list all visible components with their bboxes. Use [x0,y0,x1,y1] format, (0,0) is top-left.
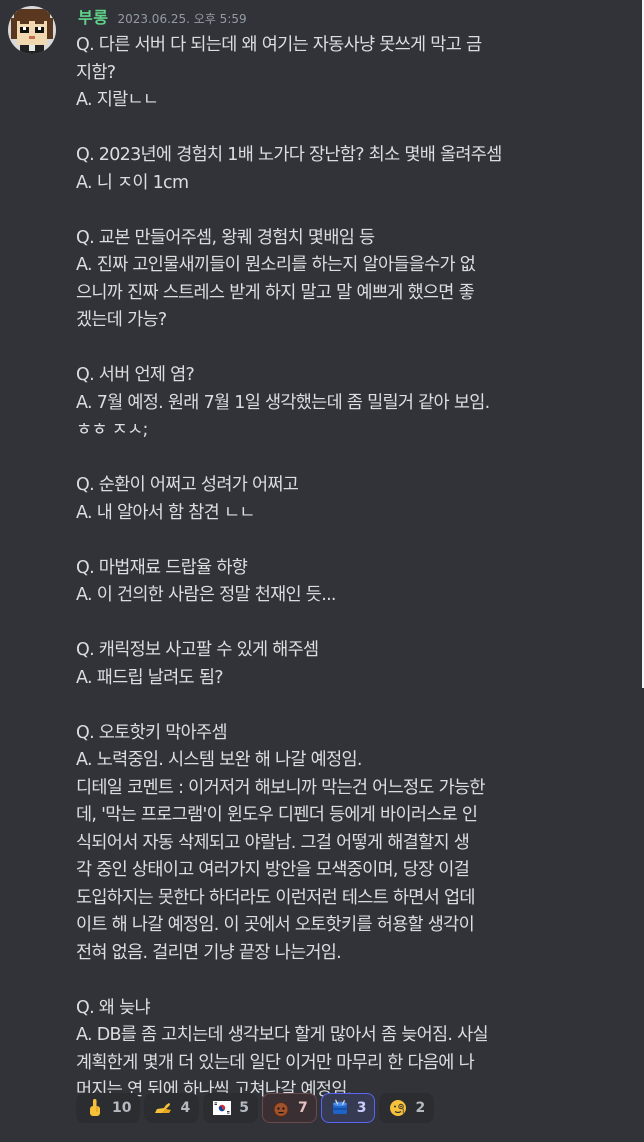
korea-flag-icon [212,1098,232,1118]
message-line [76,692,624,720]
message-line: 도입하지는 못한다 하더라도 이런저런 테스트 하면서 업데 [76,887,475,908]
message-line: 데, '막는 프로그램'이 윈도우 디펜더 등에게 바이러스로 인 [76,805,478,825]
message-line: 식되어서 자동 삭제되고 야랄남. 그걸 어떻게 해결할지 생 [76,832,470,853]
message-line: 겠는데 가능? [76,310,167,330]
avatar[interactable] [8,6,56,54]
bomb-face-icon [271,1098,291,1118]
message-line: Q. 오토핫키 막아주셈 [76,722,228,743]
message-line: 이트 해 나갈 예정임. 이 곳에서 오토핫키를 허용할 생각이 [76,915,475,935]
message-header: 부롱 2023.06.25. 오후 5:59 [78,4,247,30]
message-line [76,610,624,638]
message-line: 지함? [76,62,116,83]
message-line [76,967,624,995]
message-line: Q. 다른 서버 다 되는데 왜 여기는 자동사냥 못쓰게 막고 금 [76,35,482,55]
reaction-count: 7 [297,1100,308,1116]
message-line: Q. 마법재료 드랍율 하향 [76,557,248,578]
pointing-finger-icon [85,1098,105,1118]
message-line: Q. 2023년에 경험치 1배 노가다 장난함? 최소 몇배 올려주셈 [76,145,502,165]
message-line: Q. 서버 언제 염? [76,365,195,385]
flexed-arm-icon [153,1098,173,1118]
message-line: Q. 왜 늦냐 [76,997,151,1018]
blue-drum-icon [330,1098,350,1118]
reaction-button[interactable]: 7 [261,1093,317,1123]
message-line [76,197,624,225]
message-line: A. 지랄ㄴㄴ [76,90,159,110]
message-line: Q. 순환이 어쩌고 성려가 어쩌고 [76,475,299,495]
message-line: 계획한게 몇개 더 있는데 일단 이거만 마무리 한 다음에 나 [76,1052,475,1073]
message-line: A. 7월 예정. 원래 7월 1일 생각했는데 좀 밀릴거 같아 보임. [76,392,490,413]
message-line [76,445,624,473]
reaction-bar: 10 4 5 7 3 2 [76,1093,435,1123]
message-line: A. 이 건의한 사람은 정말 천재인 듯... [76,585,336,605]
message-line: A. DB를 좀 고치는데 생각보다 할게 많아서 좀 늦어짐. 사실 [76,1025,489,1045]
message-line: A. 진짜 고인물새끼들이 뭔소리를 하는지 알아들을수가 없 [76,255,476,275]
message-line [76,335,624,363]
reaction-count: 2 [415,1100,426,1116]
reaction-count: 5 [239,1100,249,1116]
pixel-avatar-icon [8,6,56,54]
message-line: A. 니 ㅈ이 1cm [76,172,189,193]
message-line: 디테일 코멘트 : 이거저거 해보니까 막는건 어느정도 가능한 [76,777,486,798]
message-line: 전혀 없음. 걸리면 기냥 끝장 나는거임. [76,942,342,963]
message-line: A. 내 알아서 함 참견 ㄴㄴ [76,502,255,523]
message-line: ㅎㅎ ㅈㅅ; [76,420,148,440]
message-line: Q. 교본 만들어주셈, 왕퀘 경험치 몇배임 등 [76,227,375,248]
face-with-monocle-icon [388,1098,408,1118]
message-line: Q. 캐릭정보 사고팔 수 있게 해주셈 [76,640,319,660]
message-line: 으니까 진짜 스트레스 받게 하지 말고 말 예쁘게 했으면 좋 [76,282,475,303]
message-line: A. 패드립 날려도 됨? [76,667,224,688]
message-line: A. 노력중임. 시스템 보완 해 나갈 예정임. [76,750,362,770]
reaction-count: 4 [180,1100,191,1116]
timestamp[interactable]: 2023.06.25. 오후 5:59 [117,10,246,27]
username[interactable]: 부롱 [78,4,108,28]
message-line [76,115,624,143]
chat-message: 부롱 2023.06.25. 오후 5:59 Q. 다른 서버 다 되는데 왜 … [0,0,644,1142]
reaction-button[interactable]: 3 [320,1093,376,1123]
reaction-button[interactable]: 4 [144,1093,200,1123]
reaction-button[interactable]: 10 [76,1093,141,1123]
message-content: Q. 다른 서버 다 되는데 왜 여기는 자동사냥 못쓰게 막고 금지함? A. … [76,32,624,1105]
message-line: 각 중인 상태이고 여러가지 방안을 모색중이며, 당장 이걸 [76,860,470,880]
reaction-button[interactable]: 5 [203,1093,258,1123]
reaction-button[interactable]: 2 [379,1093,435,1123]
reaction-count: 3 [356,1100,367,1116]
message-line [76,527,624,555]
reaction-count: 10 [112,1100,132,1116]
